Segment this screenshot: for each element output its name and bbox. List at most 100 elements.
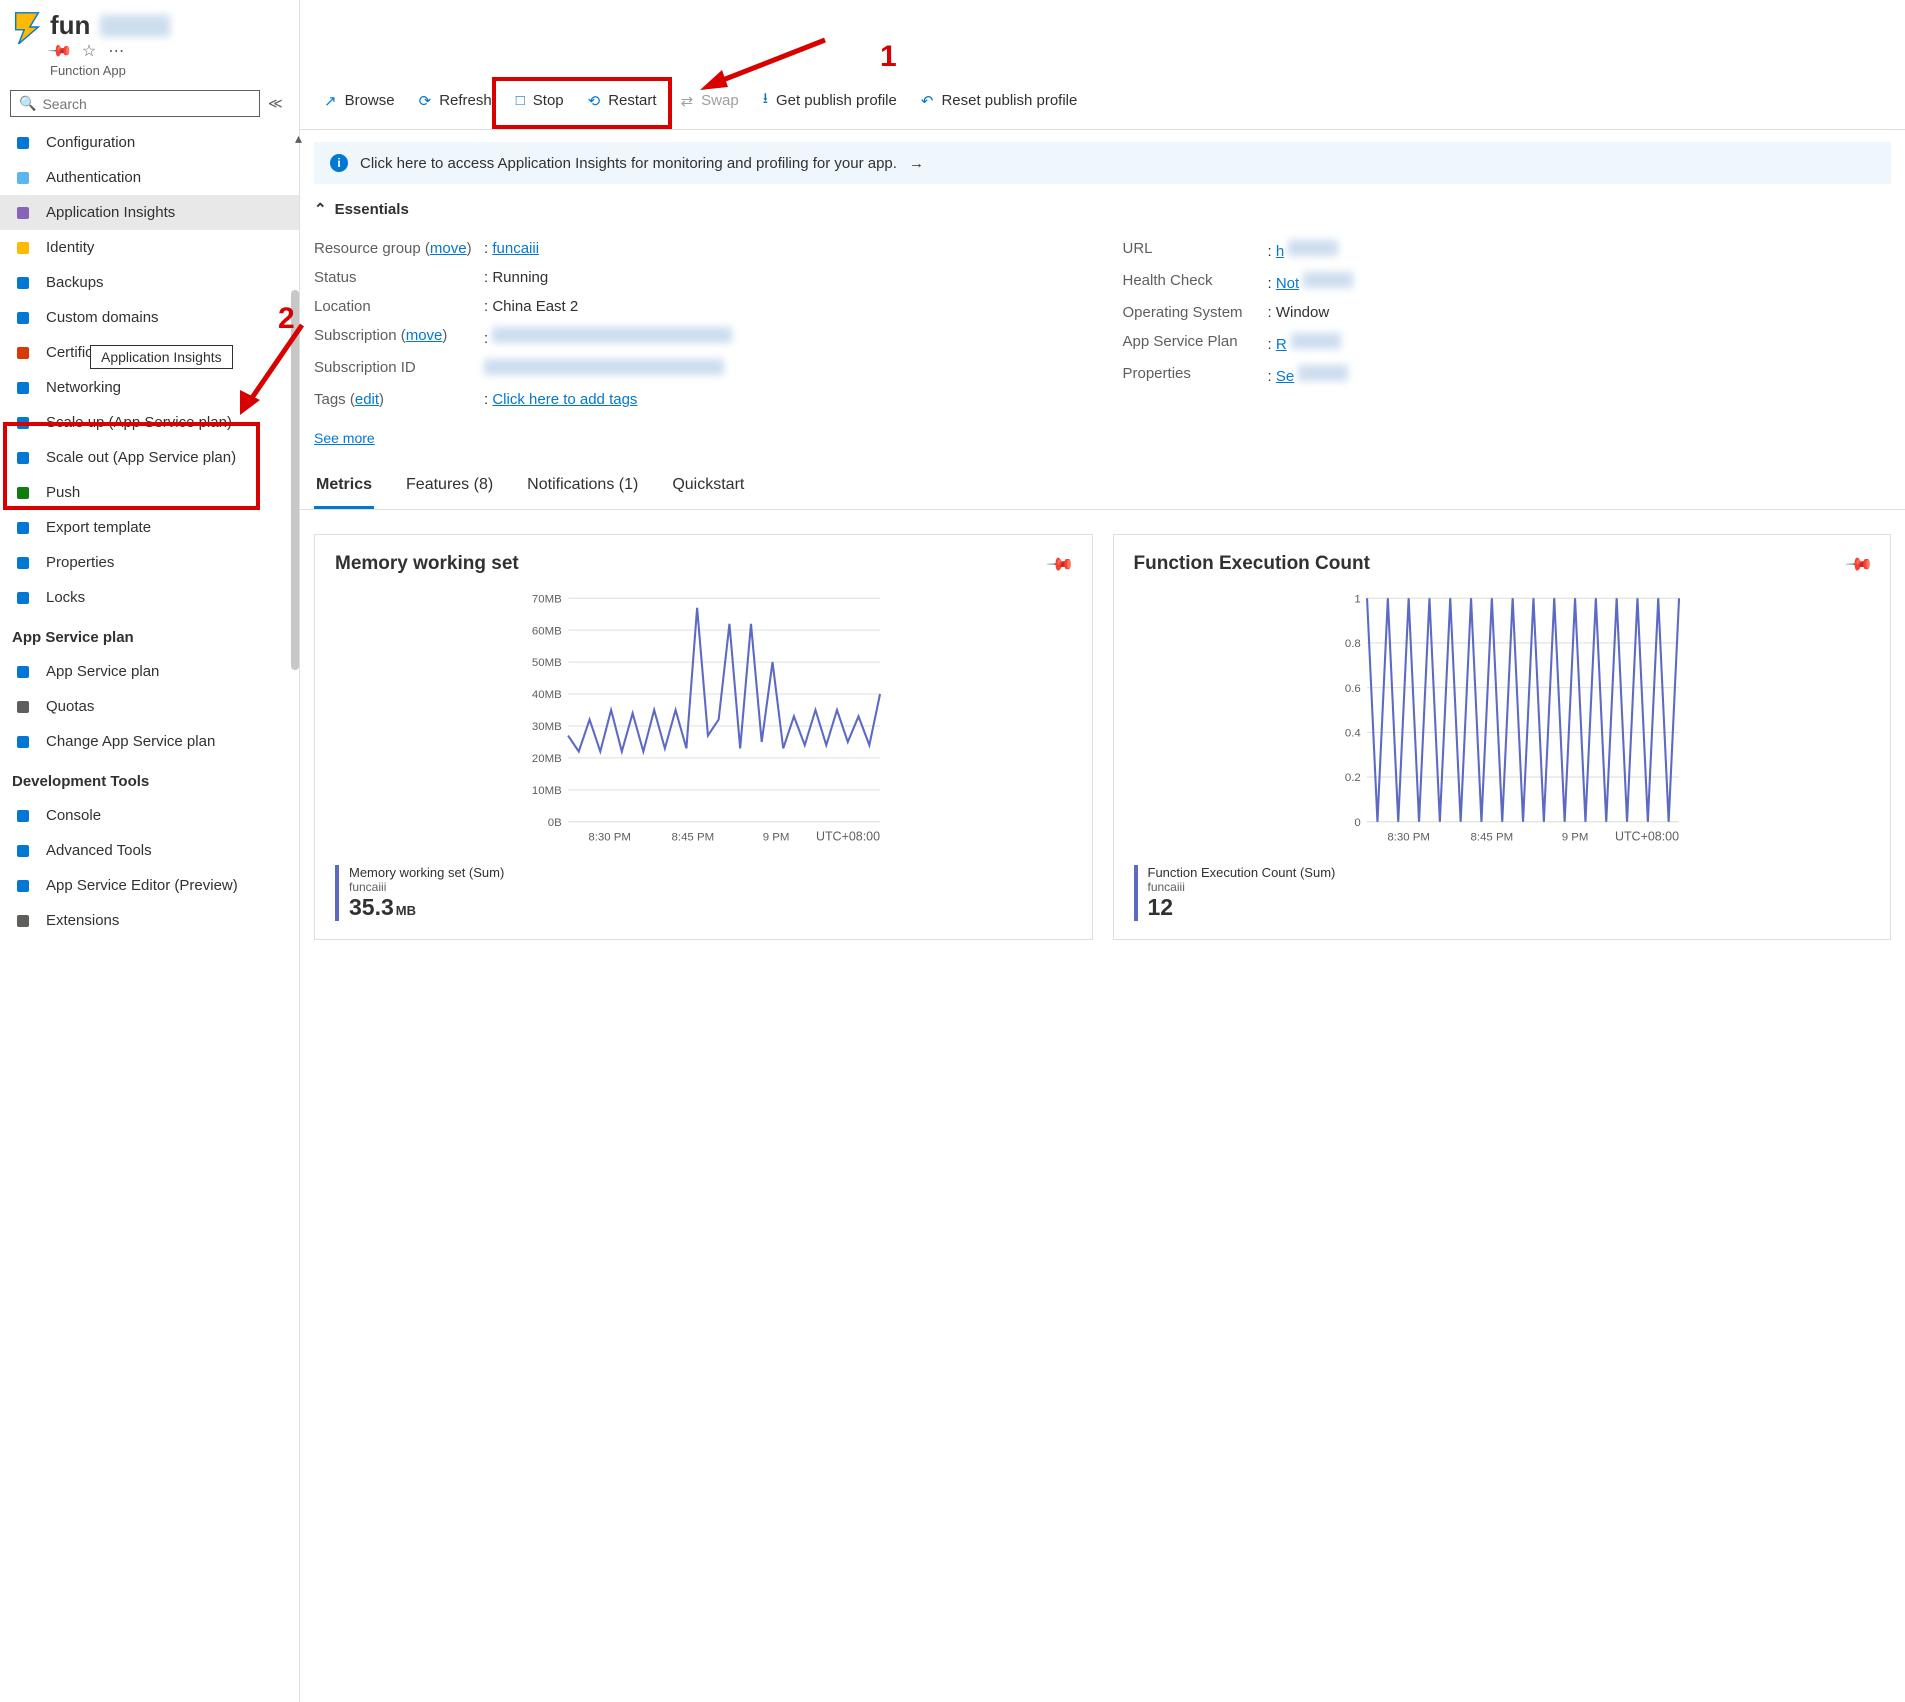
essentials-value: : [484,327,1083,347]
sidebar-item-scale-out[interactable]: Scale out (App Service plan) [0,440,299,475]
sidebar-item-console[interactable]: Console [0,798,299,833]
sidebar-item-custom-domains[interactable]: Custom domains [0,300,299,335]
essentials-toggle[interactable]: ⌃ Essentials [300,184,1905,226]
card-title: Function Execution Count [1134,553,1370,575]
sidebar-item-identity[interactable]: Identity [0,230,299,265]
backups-icon [14,275,32,291]
tab-notifications-[interactable]: Notifications (1) [525,464,640,509]
sidebar-item-networking[interactable]: Networking [0,370,299,405]
essentials-value[interactable]: : h [1268,240,1892,260]
sidebar-item-label: Change App Service plan [46,733,215,750]
stop-button[interactable]: □Stop [506,86,574,115]
chart[interactable]: 0B10MB20MB30MB40MB50MB60MB70MB8:30 PM8:4… [335,593,1072,853]
svg-text:0.8: 0.8 [1344,638,1360,650]
essentials-row: Subscription (move) : [314,321,1083,353]
more-icon[interactable]: ⋯ [108,41,124,61]
advanced-tools-icon [14,843,32,859]
sidebar-item-label: Networking [46,379,121,396]
essentials-label: Location [314,298,484,315]
essentials-row: Health Check : Not [1123,266,1892,298]
collapse-sidebar-icon[interactable]: ≪ [268,95,283,112]
sidebar-item-label: Push [46,484,80,501]
sidebar-item-label: Console [46,807,101,824]
push-icon [14,485,32,501]
app-title-redacted [100,15,170,37]
pin-icon[interactable]: 📌 [1843,549,1874,580]
sidebar-item-quotas[interactable]: Quotas [0,689,299,724]
essentials-row: Tags (edit) : Click here to add tags [314,385,1083,414]
sidebar-item-export-template[interactable]: Export template [0,510,299,545]
sidebar-item-properties[interactable]: Properties [0,545,299,580]
essentials-value[interactable]: : Not [1268,272,1892,292]
svg-text:30MB: 30MB [532,721,562,733]
sidebar-item-advanced-tools[interactable]: Advanced Tools [0,833,299,868]
get-publish-profile-button[interactable]: ⭳Get publish profile [753,82,907,119]
essentials-move-link[interactable]: move [430,240,467,257]
pin-icon[interactable]: 📌 [46,37,74,65]
sidebar-item-label: Locks [46,589,85,606]
external-link-icon: ↗ [324,92,337,110]
essentials-row: Operating System : Window [1123,298,1892,327]
reset-publish-profile-button[interactable]: ↶Reset publish profile [911,86,1088,116]
sidebar-item-label: Extensions [46,912,119,929]
search-input[interactable] [42,96,251,112]
svg-text:UTC+08:00: UTC+08:00 [1614,830,1678,844]
metrics-card: Function Execution Count 📌 00.20.40.60.818… [1113,534,1892,940]
essentials-value[interactable]: : R [1268,333,1892,353]
banner-text: Click here to access Application Insight… [360,155,897,172]
search-box[interactable]: 🔍 [10,90,260,117]
extensions-icon [14,913,32,929]
essentials-value[interactable]: : funcaiii [484,240,1083,257]
locks-icon [14,590,32,606]
sidebar-item-label: Application Insights [46,204,175,221]
essentials-label: Subscription (move) [314,327,484,347]
restart-button[interactable]: ⟲Restart [578,86,667,116]
sidebar-item-configuration[interactable]: Configuration [0,125,299,160]
tooltip: Application Insights [90,345,233,369]
essentials-label: Tags (edit) [314,391,484,408]
sidebar-item-locks[interactable]: Locks [0,580,299,615]
stop-icon: □ [516,92,525,109]
metric-summary: Function Execution Count (Sum)funcaiii12 [1134,865,1871,921]
chart[interactable]: 00.20.40.60.818:30 PM8:45 PM9 PMUTC+08:0… [1134,593,1871,853]
sidebar-item-label: Custom domains [46,309,159,326]
sidebar-item-extensions[interactable]: Extensions [0,903,299,938]
sidebar-item-app-service-editor[interactable]: App Service Editor (Preview) [0,868,299,903]
star-icon[interactable]: ☆ [82,41,96,61]
refresh-button[interactable]: ⟳Refresh [409,86,502,116]
sidebar-item-push[interactable]: Push [0,475,299,510]
function-app-icon [10,10,44,47]
svg-text:8:45 PM: 8:45 PM [672,832,715,844]
pin-icon[interactable]: 📌 [1045,549,1076,580]
tab-quickstart[interactable]: Quickstart [670,464,746,509]
svg-text:40MB: 40MB [532,689,562,701]
change-app-service-plan-icon [14,734,32,750]
essentials-row: App Service Plan : R [1123,327,1892,359]
see-more-link[interactable]: See more [314,430,375,446]
sidebar-item-backups[interactable]: Backups [0,265,299,300]
essentials-row: Location : China East 2 [314,292,1083,321]
sidebar-item-change-app-service-plan[interactable]: Change App Service plan [0,724,299,759]
insights-banner[interactable]: i Click here to access Application Insig… [314,142,1891,184]
essentials-value[interactable]: : Click here to add tags [484,391,1083,408]
sidebar-item-app-service-plan[interactable]: App Service plan [0,654,299,689]
app-subtitle: Function App [50,63,289,78]
scrollbar-thumb[interactable] [291,290,299,670]
essentials-edit-link[interactable]: edit [355,391,379,408]
svg-text:0: 0 [1354,817,1360,829]
tab-features-[interactable]: Features (8) [404,464,495,509]
sidebar-item-application-insights[interactable]: Application Insights [0,195,299,230]
toolbar: ↗Browse ⟳Refresh □Stop ⟲Restart ⇄Swap ⭳G… [300,72,1905,130]
svg-text:60MB: 60MB [532,625,562,637]
svg-text:70MB: 70MB [532,593,562,605]
essentials-value[interactable]: : Se [1268,365,1892,385]
download-icon: ⭳ [763,88,768,113]
sidebar-item-scale-up[interactable]: Scale up (App Service plan) [0,405,299,440]
swap-icon: ⇄ [681,92,694,110]
sidebar-item-authentication[interactable]: Authentication [0,160,299,195]
tab-metrics[interactable]: Metrics [314,464,374,509]
essentials-move-link[interactable]: move [406,327,443,344]
svg-text:8:45 PM: 8:45 PM [1470,832,1513,844]
scale-out-icon [14,450,32,466]
browse-button[interactable]: ↗Browse [314,86,405,116]
